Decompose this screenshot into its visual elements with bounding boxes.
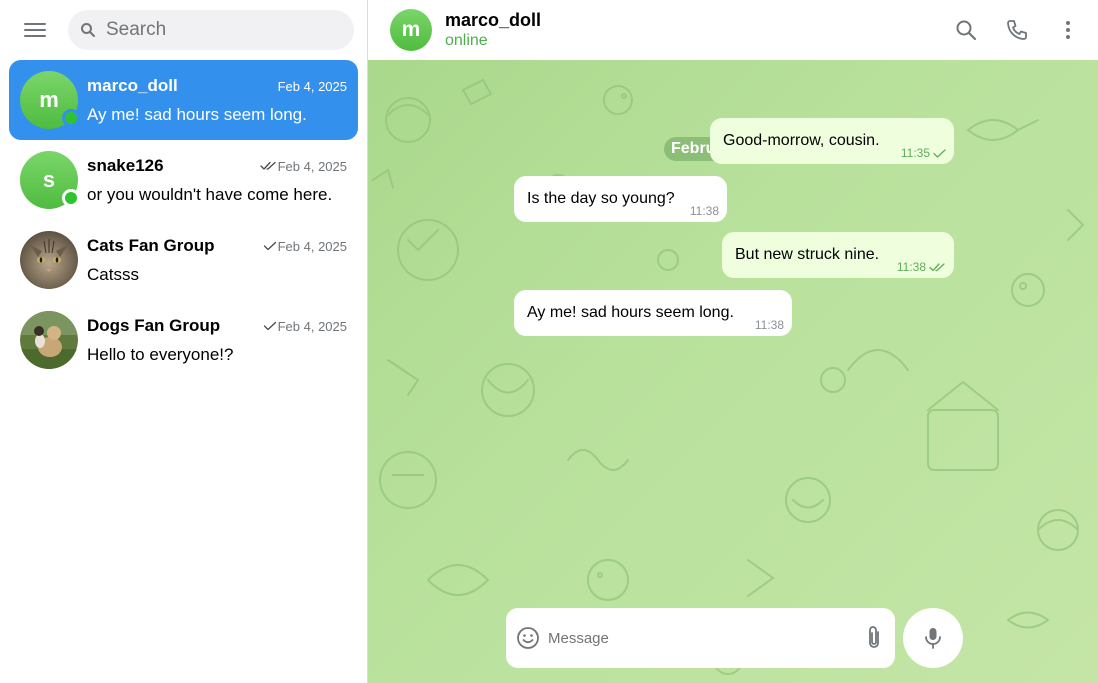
check-icon [933,148,946,158]
message-text: Good-morrow, cousin. [723,132,880,149]
microphone-icon [925,628,941,649]
chat-header[interactable]: m marco_doll online [368,0,1098,60]
search-icon [80,22,96,38]
check-icon [263,321,276,331]
online-indicator [62,189,80,207]
avatar-letter: m [39,87,59,112]
message-text: Ay me! sad hours seem long. [527,304,734,321]
more-vertical-icon[interactable] [1052,14,1084,46]
attach-icon[interactable] [865,625,883,656]
phone-icon[interactable] [1001,14,1033,46]
chat-date: Feb 4, 2025 [277,158,347,174]
avatar [20,311,78,369]
header-name: marco_doll [445,10,542,30]
chat-name: snake126 [87,156,164,175]
dog-photo-image [20,311,78,369]
chat-preview: Ay me! sad hours seem long. [87,105,307,124]
message-time: 11:38 [896,260,926,274]
chat-date: Feb 4, 2025 [277,78,347,94]
message-bubble-incoming[interactable]: Is the day so young? 11:38 [514,176,727,222]
chat-preview: or you wouldn't have come here. [87,185,333,204]
sidebar: m marco_doll Feb 4, 2025 Ay me! sad hour… [0,0,368,683]
chat-name: Cats Fan Group [87,236,215,255]
emoji-icon[interactable] [516,626,540,650]
header-status: online [445,32,488,49]
message-text: But new struck nine. [735,246,880,263]
avatar-letter: s [42,167,56,192]
message-bubble-incoming[interactable]: Ay me! sad hours seem long. 11:38 [514,290,792,336]
chat-name: marco_doll [87,76,178,95]
chat-item-snake126[interactable]: s snake126 Feb 4, 2025 or you wouldn't h… [9,140,358,220]
online-indicator [62,109,80,127]
chat-panel: m marco_doll online February Good-morrow… [368,0,1098,683]
microphone-button[interactable] [903,608,963,668]
message-time: 11:38 [754,318,784,332]
sidebar-header [0,0,367,60]
message-time: 11:35 [900,146,930,160]
message-bubble-outgoing[interactable]: Good-morrow, cousin. 11:35 [710,118,954,164]
message-text: Is the day so young? [527,190,675,207]
double-check-icon [929,262,945,271]
cat-photo-image [20,231,78,289]
chat-item-cats-fan-group[interactable]: Cats Fan Group Feb 4, 2025 Catsss [9,220,358,300]
hamburger-menu-icon[interactable] [22,17,48,43]
header-avatar[interactable]: m [390,9,432,51]
search-box[interactable] [68,10,354,50]
chat-date: Feb 4, 2025 [277,318,347,334]
avatar-letter: m [401,18,421,41]
chat-preview: Catsss [87,265,139,284]
search-input[interactable] [106,19,336,41]
message-bubble-outgoing[interactable]: But new struck nine. 11:38 [722,232,954,278]
avatar: m [20,71,80,129]
chat-item-marco-doll[interactable]: m marco_doll Feb 4, 2025 Ay me! sad hour… [9,60,358,140]
chat-background: February 4, 2025 Good-morrow, cousin. 11… [368,60,1098,683]
check-icon [263,241,276,251]
avatar: s [20,151,80,209]
search-icon[interactable] [950,14,982,46]
chat-name: Dogs Fan Group [87,316,221,335]
avatar [20,231,78,289]
message-input[interactable] [548,629,848,647]
chat-item-dogs-fan-group[interactable]: Dogs Fan Group Feb 4, 2025 Hello to ever… [9,300,358,380]
chat-date: Feb 4, 2025 [277,238,347,254]
message-composer[interactable] [506,608,895,668]
chat-list: m marco_doll Feb 4, 2025 Ay me! sad hour… [0,60,367,380]
double-check-icon [259,161,276,170]
telegram-app: m marco_doll Feb 4, 2025 Ay me! sad hour… [0,0,1098,683]
chat-preview: Hello to everyone!? [87,345,234,364]
message-time: 11:38 [689,204,719,218]
